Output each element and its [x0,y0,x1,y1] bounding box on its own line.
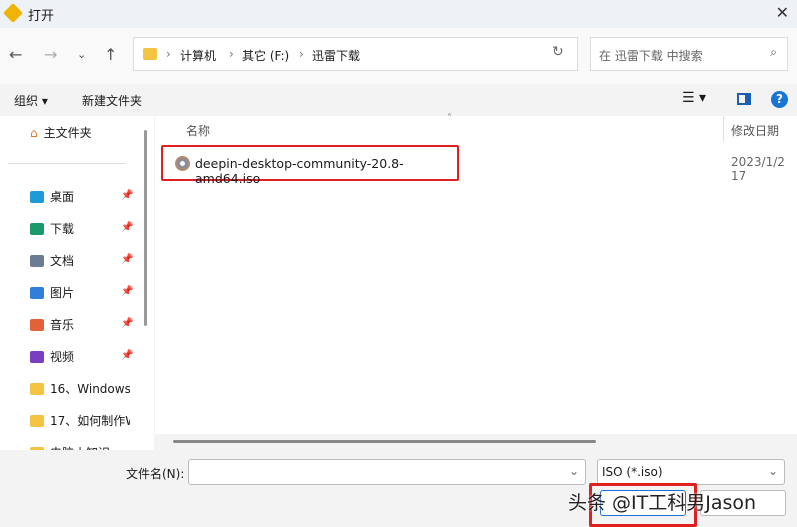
sort-up-icon: ˄ [447,113,452,124]
app-icon [3,3,23,23]
sidebar-item-label: 桌面 [50,190,75,204]
navigation-bar: ← → ⌄ ↑ › 计算机 › 其它 (F:) › 迅雷下载 ↻ 在 迅雷下载 … [0,28,797,84]
home-icon: ⌂ [30,125,38,140]
preview-pane-icon[interactable] [737,93,751,105]
sidebar-item[interactable]: 图片 [30,284,74,301]
sidebar-item-label: 图片 [50,286,75,300]
breadcrumb-computer[interactable]: 计算机 [180,47,216,64]
sidebar-item[interactable]: 文档 [30,252,74,269]
file-type-select[interactable]: ISO (*.iso) ⌄ [597,459,785,485]
sidebar-item-label: 下载 [50,222,75,236]
horizontal-scrollbar[interactable] [155,434,797,450]
pin-icon[interactable]: 📌 [121,254,133,265]
search-placeholder: 在 迅雷下载 中搜索 [599,49,703,63]
sidebar-item-label: 16、Windows最 [50,382,130,396]
chevron-down-icon: ⌄ [767,464,778,478]
up-icon[interactable]: ↑ [104,45,117,64]
library-icon [30,318,44,331]
breadcrumb-folder[interactable]: 迅雷下载 [312,47,360,64]
filename-input[interactable]: ⌄ [188,459,586,485]
forward-icon[interactable]: → [44,45,57,64]
file-modified: 2023/1/2 17 [731,155,785,183]
library-icon [30,350,44,363]
search-icon: ⌕ [770,45,777,59]
view-menu-icon[interactable]: ☰ ▾ [682,90,706,106]
sidebar-item-home[interactable]: ⌂ 主文件夹 [30,124,92,141]
sidebar-item[interactable]: 17、如何制作W [30,412,130,429]
address-bar[interactable]: › 计算机 › 其它 (F:) › 迅雷下载 ↻ [133,37,578,71]
footer: 文件名(N): ⌄ ISO (*.iso) ⌄ 头条 @IT工科男Jason [0,450,797,527]
pin-icon[interactable]: 📌 [121,350,133,361]
sidebar: ⌂ 主文件夹 桌面 📌 下载 📌 文档 📌 图片 📌 音乐 📌 视频 📌 16、Windows最 17、如何… [0,116,154,460]
library-icon [30,254,44,267]
pin-icon[interactable]: 📌 [121,318,133,329]
file-name: deepin-desktop-community-20.8-amd64.iso [195,156,404,186]
sidebar-item-label: 音乐 [50,318,75,332]
toolbar: 组织 ▾ 新建文件夹 ☰ ▾ ? [0,84,797,116]
filename-label: 文件名(N): [126,467,185,481]
back-icon[interactable]: ← [9,45,22,64]
organize-button[interactable]: 组织 ▾ [14,92,48,109]
window-title: 打开 [28,9,55,24]
sidebar-item[interactable]: 视频 [30,348,74,365]
sidebar-item-label: 文档 [50,254,75,268]
library-icon [30,190,44,203]
pin-icon[interactable]: 📌 [121,190,133,201]
organize-label: 组织 [14,94,39,108]
column-header-name[interactable]: 名称 [186,122,210,139]
watermark: 头条 @IT工科男Jason [568,492,757,514]
sidebar-item[interactable]: 桌面 [30,188,74,205]
help-icon[interactable]: ? [771,91,788,108]
new-folder-button[interactable]: 新建文件夹 [82,92,142,109]
sidebar-item-label: 视频 [50,350,75,364]
breadcrumb-drive[interactable]: 其它 (F:) [242,47,289,64]
sidebar-item[interactable]: 下载 [30,220,74,237]
sidebar-item[interactable]: 16、Windows最 [30,380,130,397]
column-header-modified[interactable]: 修改日期 [731,122,779,139]
library-icon [30,222,44,235]
folder-icon [143,48,157,60]
sidebar-item-label: 17、如何制作W [50,414,130,428]
title-bar: 打开 ✕ [0,0,797,28]
disc-image-icon [175,156,190,171]
chevron-down-icon[interactable]: ⌄ [569,464,579,478]
file-type-value: ISO (*.iso) [602,465,663,479]
sidebar-item-label: 主文件夹 [43,126,92,140]
refresh-icon[interactable]: ↻ [552,44,564,60]
close-icon[interactable]: ✕ [776,3,789,22]
folder-icon [30,382,44,395]
pin-icon[interactable]: 📌 [121,222,133,233]
sidebar-item[interactable]: 音乐 [30,316,74,333]
folder-icon [30,414,44,427]
sidebar-scrollbar[interactable] [144,130,147,326]
search-input[interactable]: 在 迅雷下载 中搜索 ⌕ [590,37,788,71]
library-icon [30,286,44,299]
divider [8,163,126,164]
pin-icon[interactable]: 📌 [121,286,133,297]
file-list: 名称 ˄ 修改日期 deepin-desktop-community-20.8-… [155,113,797,450]
file-row[interactable]: deepin-desktop-community-20.8-amd64.iso [161,145,459,186]
recent-dropdown-icon[interactable]: ⌄ [77,48,86,61]
